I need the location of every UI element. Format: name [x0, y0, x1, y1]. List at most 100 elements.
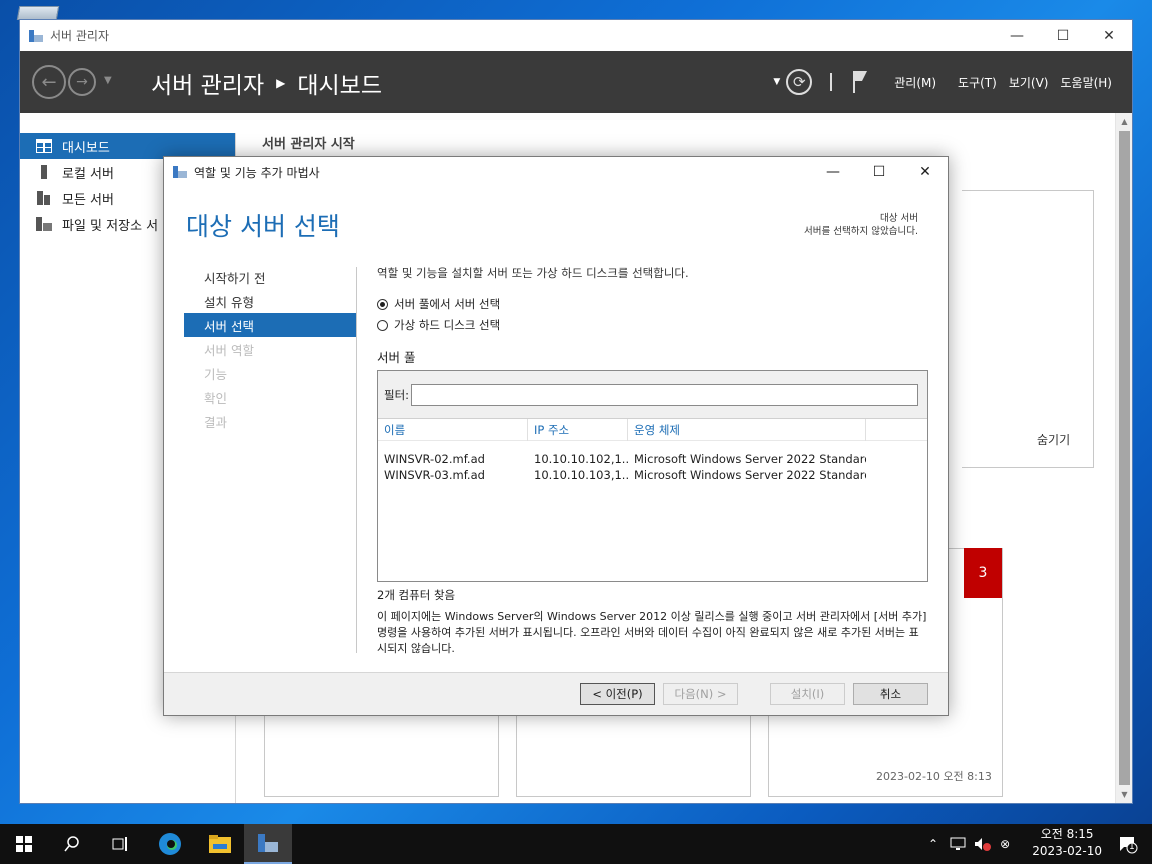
- column-name[interactable]: 이름: [378, 418, 528, 441]
- step-confirmation: 확인: [204, 390, 228, 406]
- next-button: 다음(N) >: [663, 683, 738, 705]
- close-button[interactable]: ✕: [1086, 20, 1132, 51]
- error-status-icon[interactable]: ⊗: [1000, 837, 1010, 851]
- radio-button-checked[interactable]: [377, 298, 388, 310]
- task-view-icon[interactable]: [96, 824, 144, 864]
- wizard-app-icon: [173, 166, 187, 178]
- dashboard-icon: [36, 139, 52, 153]
- breadcrumb: 서버 관리자 ▶ 대시보드: [151, 66, 382, 100]
- filter-input[interactable]: [411, 383, 919, 406]
- search-icon[interactable]: [48, 824, 96, 864]
- menu-tools[interactable]: 도구(T): [958, 74, 997, 91]
- install-button: 설치(I): [770, 683, 845, 705]
- refresh-dropdown-icon[interactable]: ▼: [773, 77, 780, 87]
- alert-count-badge[interactable]: 3: [964, 548, 1002, 598]
- clock-time: 오전 8:15: [1040, 827, 1094, 841]
- destination-server-info: 대상 서버 서버를 선택하지 않았습니다.: [804, 212, 918, 238]
- page-description: 역할 및 기능을 설치할 서버 또는 가상 하드 디스크를 선택합니다.: [377, 266, 689, 280]
- column-os[interactable]: 운영 체제: [628, 418, 866, 441]
- welcome-panel: [962, 190, 1094, 468]
- cell-name: WINSVR-02.mf.ad: [384, 452, 485, 466]
- table-row[interactable]: WINSVR-03.mf.ad 10.10.10.103,1... Micros…: [378, 467, 927, 483]
- column-ip[interactable]: IP 주소: [528, 418, 628, 441]
- server-icon: [41, 165, 47, 179]
- radio-server-pool[interactable]: 서버 풀에서 서버 선택: [377, 297, 929, 311]
- volume-muted-icon[interactable]: [974, 837, 992, 851]
- menu-manage[interactable]: 관리(M): [894, 74, 936, 91]
- start-button[interactable]: [0, 824, 48, 864]
- destination-label: 대상 서버: [880, 213, 918, 224]
- action-center-icon[interactable]: 1: [1118, 834, 1138, 854]
- edge-browser-icon[interactable]: [146, 824, 194, 864]
- step-server-selection[interactable]: 서버 선택: [184, 313, 356, 337]
- wizard-maximize-button[interactable]: ☐: [856, 157, 902, 187]
- show-hidden-icons-icon[interactable]: ⌃: [928, 837, 938, 851]
- server-manager-taskbar-icon[interactable]: [244, 824, 292, 864]
- maximize-button[interactable]: ☐: [1040, 20, 1086, 51]
- network-icon[interactable]: [950, 837, 966, 851]
- menu-view[interactable]: 보기(V): [1009, 74, 1049, 91]
- tile-timestamp: 2023-02-10 오전 8:13: [876, 770, 992, 783]
- info-note: 이 페이지에는 Windows Server의 Windows Server 2…: [377, 610, 927, 655]
- file-explorer-icon[interactable]: [196, 824, 244, 864]
- breadcrumb-app: 서버 관리자: [151, 73, 265, 99]
- forward-button[interactable]: →: [68, 68, 96, 96]
- sidebar-item-label: 파일 및 저장소 서: [62, 218, 159, 234]
- servers-icon: [37, 191, 50, 205]
- cell-name: WINSVR-03.mf.ad: [384, 468, 485, 482]
- cell-os: Microsoft Windows Server 2022 Standard: [634, 468, 866, 482]
- wizard-main: 역할 및 기능을 설치할 서버 또는 가상 하드 디스크를 선택합니다. 서버 …: [377, 265, 929, 657]
- wizard-minimize-button[interactable]: —: [810, 157, 856, 187]
- sm-header: ← → ▼ 서버 관리자 ▶ 대시보드 ▼ ⟳ 관리(M) 도구(T) 보기(V…: [20, 51, 1132, 113]
- server-manager-icon: [29, 29, 43, 42]
- wizard-steps: 시작하기 전 설치 유형 서버 선택 서버 역할 기능 확인 결과: [184, 265, 356, 433]
- radio-vhd[interactable]: 가상 하드 디스크 선택: [377, 318, 929, 332]
- taskbar: ⌃ ⊗ 오전 8:15 2023-02-10 1: [0, 824, 1152, 864]
- notifications-flag-icon[interactable]: [850, 69, 870, 95]
- step-installation-type[interactable]: 설치 유형: [184, 289, 356, 313]
- wizard-footer: < 이전(P) 다음(N) > 설치(I) 취소: [164, 672, 948, 715]
- cell-ip: 10.10.10.103,1...: [534, 468, 628, 482]
- step-before-you-begin[interactable]: 시작하기 전: [184, 265, 356, 289]
- filter-label: 필터:: [384, 387, 410, 402]
- scroll-thumb[interactable]: [1119, 131, 1130, 785]
- table-header: 이름 IP 주소 운영 체제: [378, 418, 927, 441]
- sidebar-item-label: 로컬 서버: [62, 166, 114, 182]
- storage-icon: [36, 217, 52, 231]
- notification-count: 1: [1129, 842, 1135, 852]
- radio-button[interactable]: [377, 319, 388, 331]
- windows-logo-icon: [16, 836, 32, 852]
- system-tray: ⌃ ⊗: [928, 824, 1010, 864]
- scroll-down-icon[interactable]: ▼: [1116, 786, 1133, 803]
- radio-label: 가상 하드 디스크 선택: [394, 318, 501, 332]
- table-row[interactable]: WINSVR-02.mf.ad 10.10.10.102,1... Micros…: [378, 451, 927, 467]
- scroll-up-icon[interactable]: ▲: [1116, 113, 1133, 130]
- wizard-title: 역할 및 기능 추가 마법사: [194, 165, 320, 180]
- breadcrumb-page: 대시보드: [297, 73, 382, 99]
- window-title: 서버 관리자: [50, 29, 110, 43]
- steps-divider: [356, 267, 357, 653]
- back-button[interactable]: ←: [32, 65, 66, 99]
- refresh-icon[interactable]: ⟳: [786, 69, 813, 95]
- hide-link[interactable]: 숨기기: [1037, 431, 1070, 448]
- step-results: 결과: [204, 414, 228, 430]
- cell-os: Microsoft Windows Server 2022 Standard: [634, 452, 866, 466]
- step-features: 기능: [204, 366, 228, 382]
- radio-label: 서버 풀에서 서버 선택: [394, 297, 501, 311]
- wizard-close-button[interactable]: ✕: [902, 157, 948, 187]
- previous-button[interactable]: < 이전(P): [580, 683, 655, 705]
- breadcrumb-arrow-icon: ▶: [276, 76, 286, 90]
- desktop-icon[interactable]: [16, 6, 60, 20]
- found-count: 2개 컴퓨터 찾음: [377, 588, 456, 602]
- cell-ip: 10.10.10.102,1...: [534, 452, 628, 466]
- vertical-scrollbar[interactable]: ▲ ▼: [1115, 113, 1132, 803]
- sidebar-item-label: 모든 서버: [62, 192, 114, 208]
- clock[interactable]: 오전 8:15 2023-02-10: [1032, 826, 1102, 860]
- clock-date: 2023-02-10: [1032, 844, 1102, 858]
- minimize-button[interactable]: —: [994, 20, 1040, 51]
- history-dropdown-icon[interactable]: ▼: [104, 75, 112, 86]
- cancel-button[interactable]: 취소: [853, 683, 928, 705]
- step-server-roles: 서버 역할: [204, 342, 254, 358]
- menu-help[interactable]: 도움말(H): [1060, 74, 1112, 91]
- server-pool-list: 필터: 이름 IP 주소 운영 체제 WINSVR-02.mf.ad 10.10…: [377, 370, 928, 582]
